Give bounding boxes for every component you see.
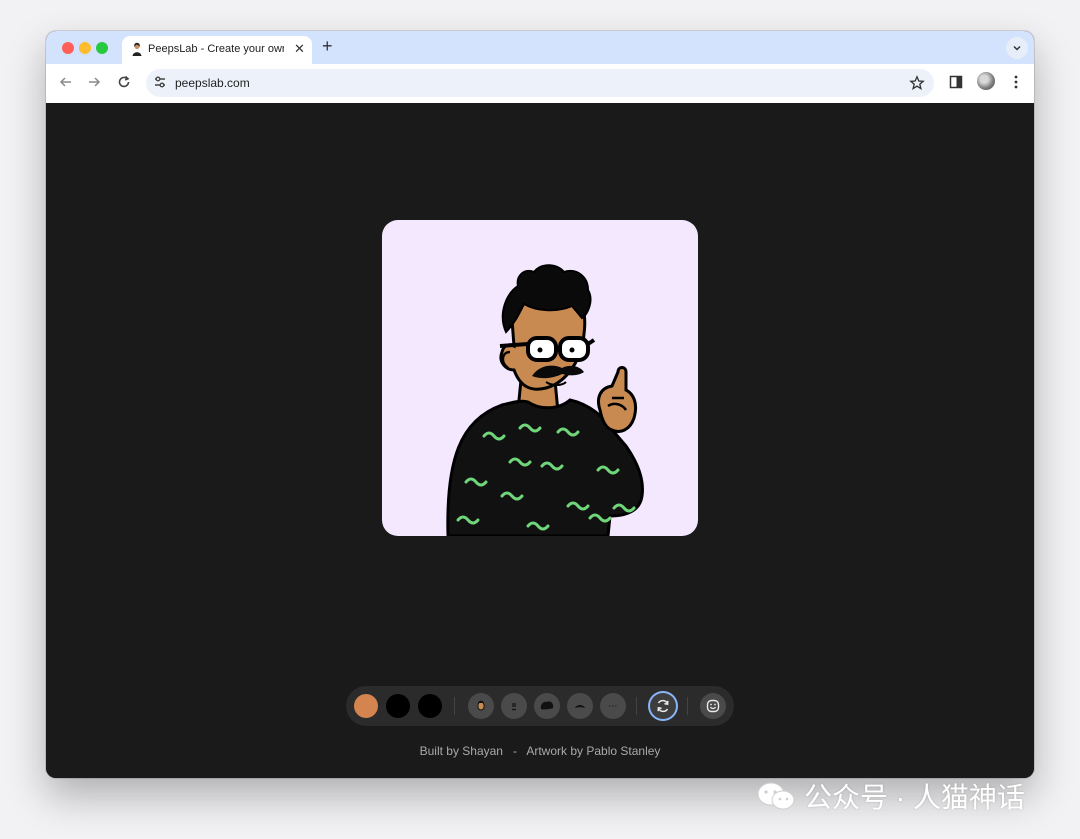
accessory-option-button[interactable] bbox=[600, 693, 626, 719]
facial-hair-icon bbox=[575, 705, 585, 708]
more-menu-icon[interactable] bbox=[1008, 74, 1024, 95]
forward-icon[interactable] bbox=[86, 74, 102, 95]
reload-icon[interactable] bbox=[116, 74, 132, 95]
page-content: Built by Shayan - Artwork by Pablo Stanl… bbox=[46, 103, 1034, 778]
peep-favicon-icon bbox=[131, 42, 143, 61]
avatar-preview-card bbox=[382, 220, 698, 536]
face-icon bbox=[511, 703, 517, 711]
chevron-down-icon bbox=[1013, 45, 1021, 51]
watermark: 公众号 · 人猫神话 bbox=[756, 780, 1025, 813]
facial-hair-option-button[interactable] bbox=[567, 693, 593, 719]
artwork-by-link[interactable]: Artwork by Pablo Stanley bbox=[526, 744, 660, 758]
clothes-color-swatch[interactable] bbox=[418, 694, 442, 718]
browser-window: PeepsLab - Create your own p ✕ + peepsla… bbox=[46, 31, 1034, 778]
footer-credits: Built by Shayan - Artwork by Pablo Stanl… bbox=[46, 744, 1034, 758]
skin-color-swatch[interactable] bbox=[354, 694, 378, 718]
close-tab-icon[interactable]: ✕ bbox=[294, 41, 305, 57]
face-option-button[interactable] bbox=[501, 693, 527, 719]
peep-avatar-illustration bbox=[446, 264, 644, 536]
divider bbox=[636, 697, 637, 715]
hair-icon bbox=[540, 701, 554, 710]
accessory-icon bbox=[609, 705, 617, 707]
tab-bar: PeepsLab - Create your own p ✕ + bbox=[46, 31, 1034, 64]
divider bbox=[687, 697, 688, 715]
side-panel-icon[interactable] bbox=[948, 74, 964, 95]
site-settings-icon[interactable] bbox=[153, 75, 167, 94]
built-by-link[interactable]: Built by Shayan bbox=[420, 744, 503, 758]
address-bar[interactable]: peepslab.com bbox=[146, 69, 934, 97]
head-icon bbox=[477, 700, 485, 711]
randomize-icon bbox=[657, 699, 669, 713]
watermark-text: 公众号 · 人猫神话 bbox=[804, 782, 1025, 813]
profile-avatar[interactable] bbox=[977, 72, 995, 90]
new-tab-icon[interactable]: + bbox=[322, 36, 333, 57]
close-window-button[interactable] bbox=[62, 42, 74, 54]
back-icon[interactable] bbox=[58, 74, 74, 95]
head-option-button[interactable] bbox=[468, 693, 494, 719]
hair-option-button[interactable] bbox=[534, 693, 560, 719]
maximize-window-button[interactable] bbox=[96, 42, 108, 54]
tab-title: PeepsLab - Create your own p bbox=[148, 43, 284, 55]
minimize-window-button[interactable] bbox=[79, 42, 91, 54]
browser-toolbar: peepslab.com bbox=[46, 64, 1034, 103]
tab-search-button[interactable] bbox=[1006, 37, 1028, 59]
url-text[interactable]: peepslab.com bbox=[175, 76, 250, 90]
wechat-logo-icon bbox=[757, 782, 795, 810]
divider bbox=[454, 697, 455, 715]
tab-peepslab[interactable]: PeepsLab - Create your own p ✕ bbox=[122, 36, 312, 64]
bookmark-star-icon[interactable] bbox=[909, 75, 925, 96]
customization-toolbar bbox=[346, 686, 734, 726]
credits-separator: - bbox=[513, 744, 517, 758]
hair-color-swatch[interactable] bbox=[386, 694, 410, 718]
download-button[interactable] bbox=[700, 693, 726, 719]
randomize-button[interactable] bbox=[650, 693, 676, 719]
download-icon bbox=[706, 699, 720, 713]
